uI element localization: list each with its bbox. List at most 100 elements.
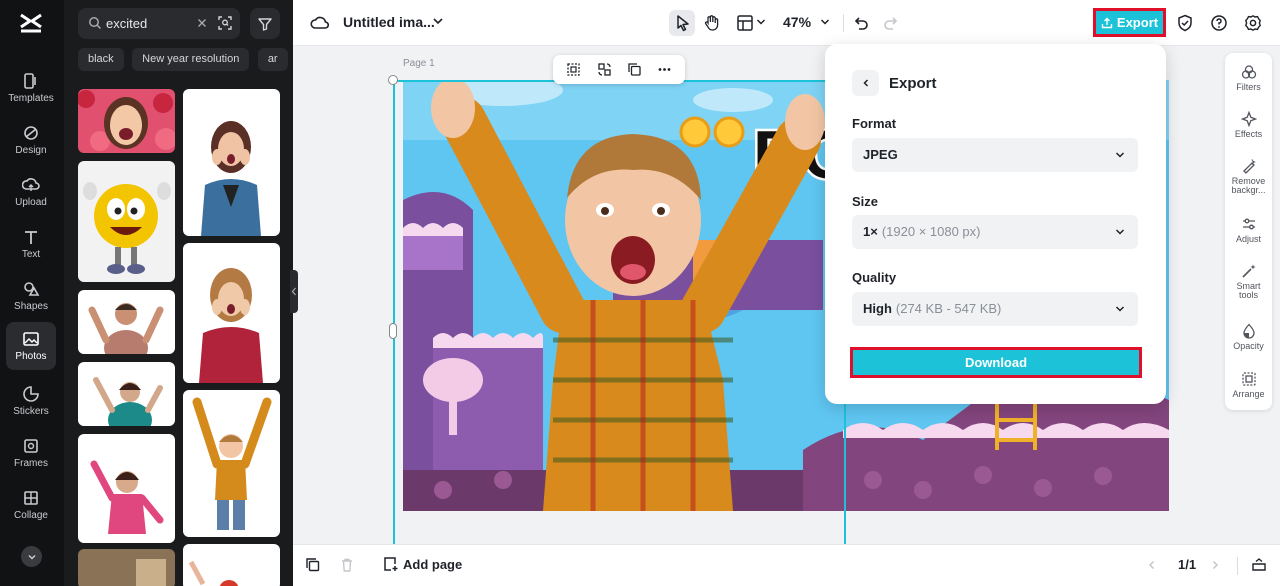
replace-icon[interactable] bbox=[597, 62, 612, 77]
photo-thumbnail[interactable] bbox=[78, 89, 175, 153]
collage-icon bbox=[24, 491, 38, 505]
add-page-button[interactable]: Add page bbox=[383, 556, 462, 572]
rail-item-stickers[interactable]: Stickers bbox=[6, 377, 56, 425]
photo-thumbnail[interactable] bbox=[78, 549, 175, 586]
chevron-down-icon[interactable] bbox=[755, 16, 767, 28]
size-select[interactable]: 1× (1920 × 1080 px) bbox=[852, 215, 1138, 249]
floating-toolbar bbox=[553, 55, 685, 84]
capcut-logo-icon[interactable] bbox=[18, 11, 44, 35]
page-counter: 1/1 bbox=[1178, 557, 1197, 572]
add-page-icon bbox=[384, 557, 398, 571]
tool-arrange[interactable]: Arrange bbox=[1225, 371, 1272, 399]
photo-thumbnail[interactable] bbox=[78, 290, 175, 354]
rail-more-button[interactable] bbox=[21, 546, 42, 567]
rail-label: Shapes bbox=[14, 301, 48, 312]
stickers-icon bbox=[23, 386, 39, 402]
redo-icon[interactable] bbox=[881, 13, 901, 33]
suggestion-chips: black New year resolution ar bbox=[78, 48, 292, 71]
photo-woman-teal bbox=[78, 362, 175, 426]
tool-remove-background[interactable]: Remove backgr... bbox=[1225, 158, 1272, 195]
photo-thumbnail[interactable] bbox=[183, 544, 280, 586]
photo-man-cheering bbox=[78, 290, 175, 354]
search-icon bbox=[89, 17, 102, 30]
photo-thumbnail[interactable] bbox=[78, 161, 175, 282]
photo-boy-plaid bbox=[183, 390, 280, 537]
quality-value: High bbox=[863, 301, 892, 316]
rail-item-upload[interactable]: Upload bbox=[6, 168, 56, 216]
rail-item-templates[interactable]: Templates bbox=[6, 64, 56, 112]
tool-smart-tools[interactable]: Smart tools bbox=[1225, 263, 1272, 300]
divider bbox=[843, 14, 844, 32]
resize-handle-top-left[interactable] bbox=[388, 75, 398, 85]
image-search-icon[interactable] bbox=[217, 15, 233, 31]
photo-thumbnail[interactable] bbox=[78, 362, 175, 426]
tool-effects[interactable]: Effects bbox=[1225, 111, 1272, 139]
tool-filters[interactable]: Filters bbox=[1225, 64, 1272, 92]
hand-tool-icon[interactable] bbox=[702, 13, 722, 33]
export-panel: Export Format JPEG Size 1× (1920 × 1080 p… bbox=[825, 44, 1166, 404]
rail-item-collage[interactable]: Collage bbox=[6, 481, 56, 529]
rail-item-frames[interactable]: Frames bbox=[6, 429, 56, 477]
rail-item-shapes[interactable]: Shapes bbox=[6, 272, 56, 320]
document-title[interactable]: Untitled ima... bbox=[343, 14, 435, 30]
rail-item-text[interactable]: Text bbox=[6, 220, 56, 268]
photo-room bbox=[78, 549, 175, 586]
chevron-down-icon[interactable] bbox=[819, 16, 831, 28]
cloud-save-icon[interactable] bbox=[310, 13, 330, 33]
crop-select-icon[interactable] bbox=[566, 62, 581, 77]
expand-panel-icon[interactable] bbox=[1251, 557, 1267, 573]
photo-thumbnail[interactable] bbox=[183, 89, 280, 236]
export-panel-title: Export bbox=[889, 75, 937, 92]
chevron-down-icon bbox=[27, 554, 36, 560]
layout-icon[interactable] bbox=[735, 13, 755, 33]
selection-box[interactable] bbox=[393, 80, 846, 550]
chip-ar[interactable]: ar bbox=[257, 48, 288, 71]
panel-collapse-handle[interactable] bbox=[290, 270, 298, 313]
chevron-down-icon bbox=[1115, 152, 1125, 158]
photo-thumbnail[interactable] bbox=[78, 434, 175, 543]
chip-new-year-resolution[interactable]: New year resolution bbox=[132, 48, 250, 71]
quality-select[interactable]: High (274 KB - 547 KB) bbox=[852, 292, 1138, 326]
help-icon[interactable] bbox=[1209, 13, 1229, 33]
rail-item-photos[interactable]: Photos bbox=[6, 322, 56, 370]
rail-label: Photos bbox=[15, 351, 47, 362]
chip-black[interactable]: black bbox=[78, 48, 124, 71]
undo-icon[interactable] bbox=[851, 13, 871, 33]
format-label: Format bbox=[852, 116, 897, 131]
chevron-down-icon[interactable] bbox=[431, 14, 445, 28]
rail-label: Stickers bbox=[13, 406, 49, 417]
duplicate-icon[interactable] bbox=[627, 62, 642, 77]
bottom-bar: Add page 1/1 bbox=[293, 544, 1280, 586]
close-icon[interactable] bbox=[196, 17, 208, 29]
design-icon bbox=[24, 126, 38, 140]
search-box bbox=[78, 8, 240, 39]
smart-tools-icon bbox=[1241, 264, 1255, 278]
export-icon bbox=[1101, 17, 1113, 28]
duplicate-page-icon[interactable] bbox=[305, 557, 321, 573]
photo-yellow-emoji bbox=[78, 161, 175, 282]
photo-thumbnail[interactable] bbox=[183, 390, 280, 537]
search-input[interactable] bbox=[106, 14, 196, 33]
resize-handle-left[interactable] bbox=[389, 323, 397, 339]
tool-adjust[interactable]: Adjust bbox=[1225, 216, 1272, 244]
format-select[interactable]: JPEG bbox=[852, 138, 1138, 172]
settings-icon[interactable] bbox=[1243, 13, 1263, 33]
rail-item-design[interactable]: Design bbox=[6, 116, 56, 164]
photo-partial bbox=[183, 544, 280, 586]
filters-icon bbox=[1241, 65, 1256, 79]
delete-page-icon[interactable] bbox=[339, 557, 355, 573]
zoom-level[interactable]: 47% bbox=[783, 14, 811, 30]
chevron-right-icon[interactable] bbox=[1209, 559, 1221, 571]
back-button[interactable] bbox=[852, 70, 879, 96]
more-icon[interactable] bbox=[657, 62, 672, 77]
tool-opacity[interactable]: Opacity bbox=[1225, 323, 1272, 351]
shield-check-icon[interactable] bbox=[1175, 13, 1195, 33]
format-value: JPEG bbox=[863, 147, 898, 162]
filter-button[interactable] bbox=[250, 8, 280, 39]
download-button[interactable]: Download bbox=[850, 347, 1142, 378]
chevron-down-icon bbox=[1115, 229, 1125, 235]
chevron-left-icon[interactable] bbox=[1146, 559, 1158, 571]
export-button[interactable]: Export bbox=[1093, 8, 1166, 37]
photo-thumbnail[interactable] bbox=[183, 243, 280, 383]
effects-icon bbox=[1240, 111, 1257, 127]
